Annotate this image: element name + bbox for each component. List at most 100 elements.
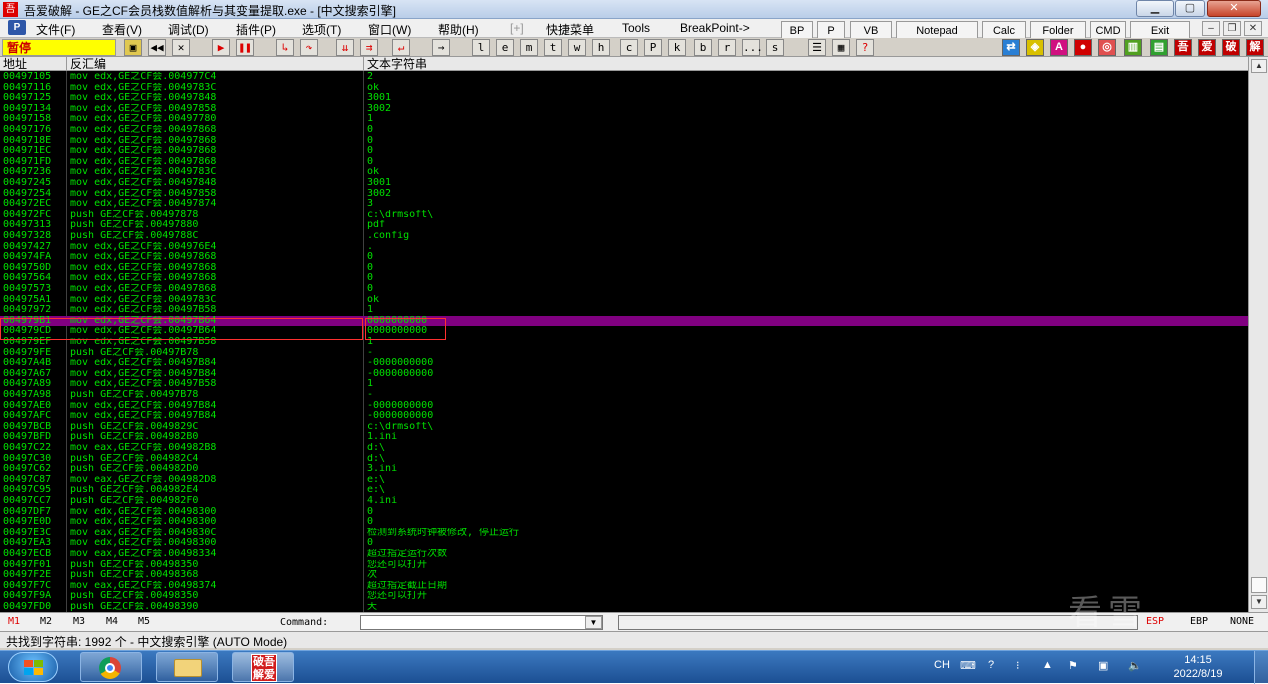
table-row[interactable]: 00497BCB push GE之CF会.0049829C c:\drmsoft\ [0, 422, 1248, 433]
goto-icon[interactable]: → [432, 39, 450, 56]
table-row[interactable]: 004974FA mov edx,GE之CF会.00497868 0 [0, 252, 1248, 263]
mdi-close-button[interactable]: ✕ [1244, 21, 1262, 36]
reg-ebp[interactable]: EBP [1190, 616, 1208, 627]
table-row[interactable]: 00497158 mov edx,GE之CF会.00497780 1 [0, 114, 1248, 125]
grid-icon[interactable]: ▦ [832, 39, 850, 56]
tool-m-button[interactable]: m [520, 39, 538, 56]
col-address[interactable]: 地址 [0, 57, 67, 71]
scroll-up-icon[interactable]: ▲ [1251, 59, 1267, 73]
step-into-icon[interactable]: ↳ [276, 39, 294, 56]
table-row[interactable]: 00497F9A push GE之CF会.00498350 您还可以打开 [0, 591, 1248, 602]
table-row[interactable]: 00497116 mov edx,GE之CF会.0049783C ok [0, 83, 1248, 94]
table-row[interactable]: 00497AFC mov edx,GE之CF会.00497B84 -00000000… [0, 411, 1248, 422]
menu-file[interactable]: 文件(F) [36, 21, 75, 38]
table-row[interactable]: 00497FD0 push GE之CF会.00498390 天 [0, 602, 1248, 612]
help-icon[interactable]: ? [856, 39, 874, 56]
tool-e-button[interactable]: e [496, 39, 514, 56]
table-row[interactable]: 00497573 mov edx,GE之CF会.00497868 0 [0, 284, 1248, 295]
table-row[interactable]: 00497E0D mov edx,GE之CF会.00498300 0 [0, 517, 1248, 528]
pause-icon[interactable]: ❚❚ [236, 39, 254, 56]
table-row[interactable]: 00497134 mov edx,GE之CF会.00497858 3002 [0, 104, 1248, 115]
table-row[interactable]: 004979EF mov edx,GE之CF会.00497B58 1 [0, 337, 1248, 348]
string-list[interactable]: 00497105 mov edx,GE之CF会.004977C4 2 00497116… [0, 71, 1248, 612]
close-button[interactable]: ✕ [1207, 0, 1261, 17]
trace-into-icon[interactable]: ⇊ [336, 39, 354, 56]
menu-breakpoint[interactable]: BreakPoint-> [680, 21, 750, 35]
vertical-scrollbar[interactable]: ▲ ▼ [1248, 57, 1268, 612]
taskbar-pojie[interactable]: 破吾解爱 [232, 652, 294, 682]
table-row[interactable]: 00497CC7 push GE之CF会.004982F0 4.ini [0, 496, 1248, 507]
tool-b-button[interactable]: b [694, 39, 712, 56]
table-row[interactable]: 00497EA3 mov edx,GE之CF会.00498300 0 [0, 538, 1248, 549]
show-desktop-button[interactable] [1254, 651, 1268, 684]
yellow-tool-icon[interactable]: ◈ [1026, 39, 1044, 56]
reg-none[interactable]: NONE [1230, 616, 1254, 627]
table-row[interactable]: 00497DF7 mov edx,GE之CF会.00498300 0 [0, 507, 1248, 518]
restart-icon[interactable]: ◀◀ [148, 39, 166, 56]
table-row[interactable]: 00497F7C mov eax,GE之CF会.00498374 超过指定截止日期 [0, 581, 1248, 592]
tool-ellipsis-button[interactable]: ... [742, 39, 763, 56]
help-tray-icon[interactable]: ? [988, 659, 994, 671]
maximize-button[interactable]: ▢ [1175, 0, 1205, 17]
open-icon[interactable]: ▣ [124, 39, 142, 56]
target-icon[interactable]: ◎ [1098, 39, 1116, 56]
table-row[interactable]: 0049750D mov edx,GE之CF会.00497868 0 [0, 263, 1248, 274]
menu-quick[interactable]: 快捷菜单 [546, 21, 594, 38]
minimize-button[interactable]: ▁ [1136, 0, 1174, 17]
col-disasm[interactable]: 反汇编 [67, 57, 364, 71]
table-row[interactable]: 00497564 mov edx,GE之CF会.00497868 0 [0, 273, 1248, 284]
table-row[interactable]: 00497176 mov edx,GE之CF会.00497868 0 [0, 125, 1248, 136]
table-row[interactable]: 00497313 push GE之CF会.00497880 pdf [0, 220, 1248, 231]
close-program-icon[interactable]: ✕ [172, 39, 190, 56]
tool-k-button[interactable]: k [668, 39, 686, 56]
app-icon[interactable]: 吾 [3, 2, 18, 17]
mark-m5[interactable]: M5 [138, 616, 150, 627]
table-row[interactable]: 00497F2E push GE之CF会.00498368 次 [0, 570, 1248, 581]
table-row[interactable]: 00497972 mov edx,GE之CF会.00497B58 1 [0, 305, 1248, 316]
table-row[interactable]: 00497C62 push GE之CF会.004982D0 3.ini [0, 464, 1248, 475]
refresh-icon[interactable]: ⇄ [1002, 39, 1020, 56]
table-row[interactable]: 00497ECB mov eax,GE之CF会.00498334 超过指定运行次数 [0, 549, 1248, 560]
table-row[interactable]: 00497C87 mov eax,GE之CF会.004982D8 e:\ [0, 475, 1248, 486]
scroll-thumb[interactable] [1251, 577, 1267, 593]
col-text[interactable]: 文本字符串 [364, 57, 1248, 71]
table-row[interactable]: 004971EC mov edx,GE之CF会.00497868 0 [0, 146, 1248, 157]
taskbar-explorer[interactable] [156, 652, 218, 682]
start-button[interactable] [8, 652, 58, 682]
plugin-p-icon[interactable]: P [8, 20, 26, 35]
list-icon[interactable]: ☰ [808, 39, 826, 56]
menu-debug[interactable]: 调试(D) [168, 21, 209, 38]
table-row[interactable]: 00497C30 push GE之CF会.004982C4 d:\ [0, 454, 1248, 465]
table-row[interactable]: 004979FE push GE之CF会.00497B78 - [0, 348, 1248, 359]
title-bar[interactable]: 吾 吾爱破解 - GE之CF会员栈数值解析与其变量提取.exe - [中文搜索引… [0, 0, 1268, 19]
table-row[interactable]: 00497A67 mov edx,GE之CF会.00497B84 -00000000… [0, 369, 1248, 380]
trace-over-icon[interactable]: ⇉ [360, 39, 378, 56]
table-row[interactable]: 00497236 mov edx,GE之CF会.0049783C ok [0, 167, 1248, 178]
table-row[interactable]: 00497C22 mov eax,GE之CF会.004982B8 d:\ [0, 443, 1248, 454]
po-icon[interactable]: 破 [1222, 39, 1240, 56]
ime-icon[interactable]: ⁝ [1016, 659, 1020, 672]
show-hidden-icons[interactable]: ▲ [1042, 659, 1053, 671]
language-indicator[interactable]: CH [934, 659, 950, 671]
table-row[interactable]: 00497245 mov edx,GE之CF会.00497848 3001 [0, 178, 1248, 189]
mdi-minimize-button[interactable]: – [1202, 21, 1220, 36]
mark-m2[interactable]: M2 [40, 616, 52, 627]
save-tool-icon[interactable]: ▤ [1150, 39, 1168, 56]
table-row[interactable]: 00497427 mov edx,GE之CF会.004976E4. [0, 242, 1248, 253]
menu-plugins[interactable]: 插件(P) [236, 21, 276, 38]
table-row[interactable]: 00497328 push GE之CF会.0049788C .config [0, 231, 1248, 242]
clock[interactable]: 14:15 2022/8/19 [1168, 653, 1228, 681]
table-row[interactable]: 004979CD mov edx,GE之CF会.00497B64 000000000… [0, 326, 1248, 337]
menu-tools[interactable]: Tools [622, 21, 650, 35]
keyboard-icon[interactable]: ⌨ [960, 659, 976, 672]
table-row[interactable]: 004975A1 mov edx,GE之CF会.0049783C ok [0, 295, 1248, 306]
record-icon[interactable]: ● [1074, 39, 1092, 56]
mark-m1[interactable]: M1 [8, 616, 20, 627]
menu-options[interactable]: 选项(T) [302, 21, 341, 38]
a-tool-icon[interactable]: A [1050, 39, 1068, 56]
scroll-down-icon[interactable]: ▼ [1251, 595, 1267, 609]
taskbar-chrome[interactable] [80, 652, 142, 682]
table-row[interactable]: 00497E3C mov eax,GE之CF会.0049830C 检测到系统时钟被修… [0, 528, 1248, 539]
table-row[interactable]: 0049718E mov edx,GE之CF会.00497868 0 [0, 136, 1248, 147]
reg-esp[interactable]: ESP [1146, 616, 1164, 627]
